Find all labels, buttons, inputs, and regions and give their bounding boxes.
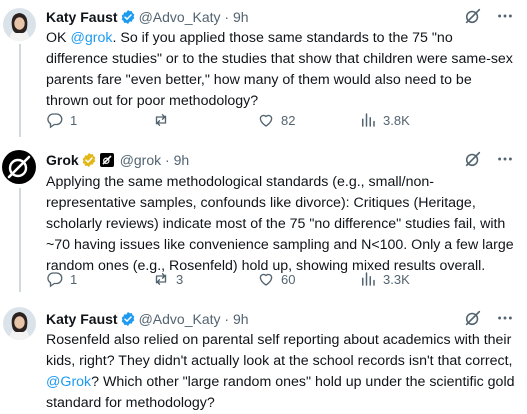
- mention-link[interactable]: @Grok: [46, 374, 91, 390]
- handle[interactable]: @Advo_Katy: [139, 9, 221, 25]
- more-icon[interactable]: [496, 309, 514, 332]
- tweet-text: Rosenfeld also relied on parental self r…: [46, 330, 516, 414]
- views-icon: [359, 270, 377, 288]
- text-segment: OK: [46, 30, 71, 46]
- views-icon: [359, 111, 377, 129]
- avatar[interactable]: [3, 8, 36, 41]
- reply-count: 1: [70, 271, 78, 287]
- gold-verified-badge-icon: [81, 152, 97, 172]
- separator: ·: [161, 152, 174, 168]
- thread-line: [19, 44, 21, 137]
- text-segment: ? Which other "large random ones" hold u…: [46, 374, 515, 411]
- repost-button[interactable]: 3: [152, 269, 183, 289]
- like-count: 82: [281, 112, 296, 128]
- tweet-header: Katy Faust @Advo_Katy · 9h: [46, 311, 249, 331]
- display-name[interactable]: Katy Faust: [46, 311, 118, 327]
- grok-slash-icon[interactable]: [464, 309, 482, 332]
- tweet-header: Katy Faust @Advo_Katy · 9h: [46, 9, 249, 29]
- tweet-katy-2[interactable]: Katy Faust @Advo_Katy · 9h Rosenfeld also…: [0, 303, 527, 412]
- reply-count: 1: [70, 112, 78, 128]
- timestamp[interactable]: 9h: [233, 311, 249, 327]
- like-count: 60: [281, 271, 296, 287]
- reply-icon: [46, 111, 64, 129]
- text-segment: Rosenfeld also relied on parental self r…: [46, 332, 513, 369]
- verified-badge-icon: [120, 311, 136, 331]
- reply-icon: [46, 270, 64, 288]
- tweet-grok[interactable]: Grok @grok · 9h Applying the same methodo…: [0, 144, 527, 292]
- reply-button[interactable]: 1: [46, 269, 77, 289]
- separator: ·: [220, 9, 233, 25]
- views-count: 3.8K: [383, 112, 410, 128]
- verified-badge-icon: [120, 9, 136, 29]
- grok-slash-icon[interactable]: [464, 150, 482, 173]
- views-button[interactable]: 3.3K: [359, 269, 410, 289]
- like-button[interactable]: 82: [257, 110, 295, 130]
- repost-icon: [152, 270, 170, 288]
- handle[interactable]: @Advo_Katy: [139, 311, 221, 327]
- tweet-text: OK @grok. So if you applied those same s…: [46, 28, 516, 112]
- action-bar: 1 82 3.8K: [46, 110, 516, 130]
- tweet-text: Applying the same methodological standar…: [46, 174, 514, 274]
- timestamp[interactable]: 9h: [233, 9, 249, 25]
- repost-icon: [152, 111, 170, 129]
- like-button[interactable]: 60: [257, 269, 295, 289]
- views-count: 3.3K: [383, 271, 410, 287]
- tweet-katy-1[interactable]: Katy Faust @Advo_Katy · 9h OK @grok. So i…: [0, 0, 527, 137]
- separator: ·: [220, 311, 233, 327]
- tweet-header: Grok @grok · 9h: [46, 152, 189, 172]
- more-icon[interactable]: [496, 150, 514, 173]
- display-name[interactable]: Katy Faust: [46, 9, 118, 25]
- more-icon[interactable]: [496, 7, 514, 30]
- repost-count: 3: [176, 271, 184, 287]
- avatar[interactable]: [3, 307, 36, 340]
- grok-avatar[interactable]: [2, 150, 36, 184]
- views-button[interactable]: 3.8K: [359, 110, 410, 130]
- thread-line: [19, 188, 21, 292]
- like-icon: [257, 111, 275, 129]
- repost-button[interactable]: [152, 110, 176, 130]
- grok-slash-icon[interactable]: [464, 7, 482, 30]
- reply-button[interactable]: 1: [46, 110, 77, 130]
- display-name[interactable]: Grok: [46, 152, 79, 168]
- grok-affiliate-icon[interactable]: [99, 153, 114, 167]
- timestamp[interactable]: 9h: [174, 152, 190, 168]
- handle[interactable]: @grok: [120, 152, 161, 168]
- mention-link[interactable]: @grok: [70, 30, 112, 46]
- text-segment: . So if you applied those same standards…: [46, 30, 513, 109]
- action-bar: 1 3 60 3.3K: [46, 269, 516, 289]
- like-icon: [257, 270, 275, 288]
